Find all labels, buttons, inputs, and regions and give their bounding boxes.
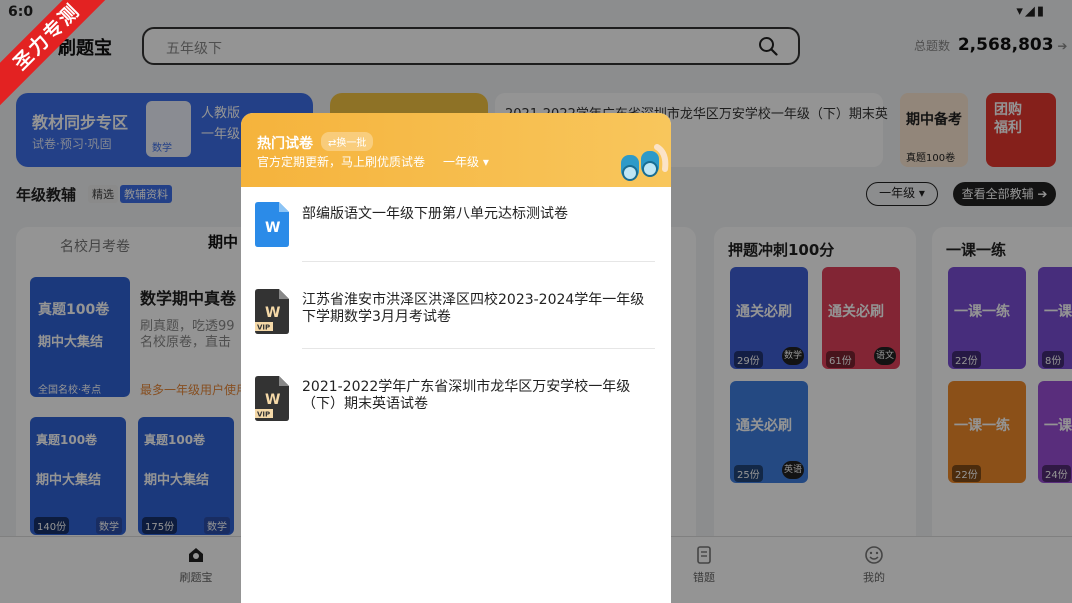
word-doc-vip-icon: W VIP xyxy=(255,376,289,421)
binoculars-icon xyxy=(621,144,669,181)
word-doc-vip-icon: W VIP xyxy=(255,289,289,334)
paper-title: 江苏省淮安市洪泽区洪泽区四校2023-2024学年一年级下学期数学3月月考试卷 xyxy=(302,292,645,325)
doc-glyph: W xyxy=(265,305,280,321)
popup-title: 热门试卷 xyxy=(257,136,313,152)
hot-papers-popup: 热门试卷 ⇄换一批 官方定期更新，马上刷优质试卷 一年级 ▾ W 部编版语文一年… xyxy=(241,113,671,603)
popup-grade-dropdown[interactable]: 一年级 ▾ xyxy=(443,153,489,170)
vip-badge: VIP xyxy=(257,324,270,332)
popup-header: 热门试卷 ⇄换一批 官方定期更新，马上刷优质试卷 一年级 ▾ xyxy=(241,113,671,187)
divider xyxy=(302,261,655,262)
paper-title: 部编版语文一年级下册第八单元达标测试卷 xyxy=(302,206,568,222)
doc-glyph: W xyxy=(265,392,280,408)
word-doc-icon: W xyxy=(255,202,289,247)
doc-glyph: W xyxy=(265,220,280,236)
popup-subtitle: 官方定期更新，马上刷优质试卷 xyxy=(257,155,426,169)
divider xyxy=(302,348,655,349)
refresh-button[interactable]: ⇄换一批 xyxy=(321,132,374,151)
vip-badge: VIP xyxy=(257,411,270,419)
paper-title: 2021-2022学年广东省深圳市龙华区万安学校一年级（下）期末英语试卷 xyxy=(302,379,631,412)
